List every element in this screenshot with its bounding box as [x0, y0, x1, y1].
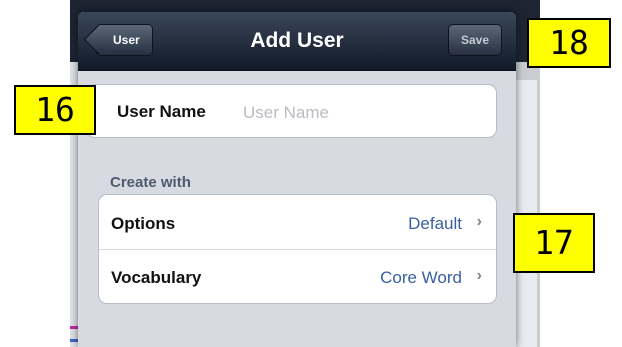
vocabulary-value: Core Word [380, 268, 462, 287]
add-user-modal: User Add User Save User Name Create with… [78, 12, 516, 347]
options-value: Default [408, 214, 462, 233]
chevron-right-icon: › [476, 213, 482, 230]
modal-navbar: User Add User Save [78, 12, 516, 71]
user-name-input[interactable] [241, 100, 475, 126]
chevron-right-icon: › [476, 267, 482, 284]
options-label: Options [111, 214, 176, 233]
user-name-card: User Name [86, 84, 497, 138]
create-with-header: Create with [110, 174, 191, 191]
vocabulary-label: Vocabulary [111, 268, 202, 287]
options-row[interactable]: Options Default › [99, 195, 496, 250]
callout-badge-17: 17 [513, 213, 595, 273]
vocabulary-row[interactable]: Vocabulary Core Word › [99, 249, 496, 303]
create-with-card: Options Default › Vocabulary Core Word › [98, 194, 497, 304]
callout-badge-16: 16 [14, 85, 96, 135]
save-button[interactable]: Save [447, 24, 502, 56]
user-name-label: User Name [117, 102, 206, 121]
callout-badge-18: 18 [527, 18, 611, 68]
